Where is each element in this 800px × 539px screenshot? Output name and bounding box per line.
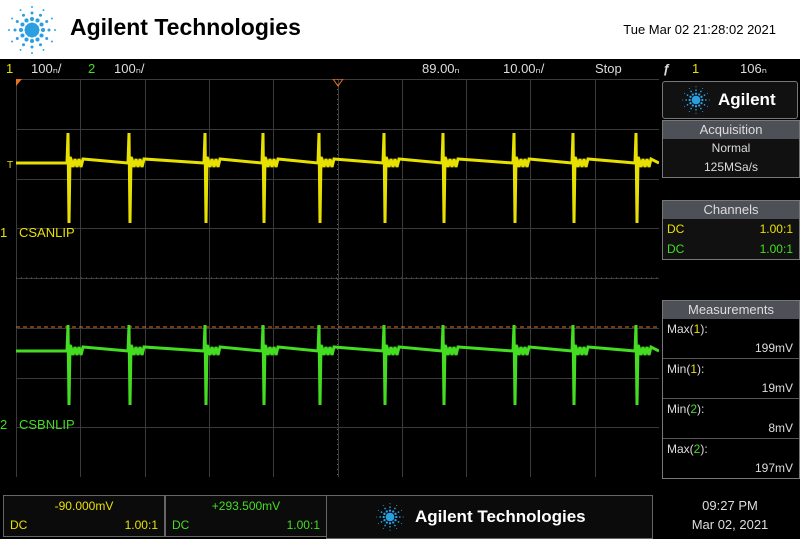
measurement-value: 8mV	[768, 421, 793, 435]
acquisition-title: Acquisition	[663, 121, 799, 139]
ch2-offset: +293.500mV	[211, 499, 281, 513]
ch2-footer-probe: 1.00:1	[286, 518, 320, 532]
channels-panel[interactable]: Channels DC 1.00:1 DC 1.00:1	[662, 200, 800, 260]
ch1-probe: 1.00:1	[759, 222, 793, 236]
ch2-footer-coupling: DC	[172, 518, 190, 532]
left-time-marker	[16, 79, 22, 86]
measurement-item[interactable]: Max(1): 199mV	[663, 319, 799, 359]
measurement-value: 197mV	[754, 461, 793, 475]
footer-brand-box: Agilent Technologies	[326, 495, 653, 539]
ch1-offset-box[interactable]: -90.000mV DC 1.00:1	[3, 495, 165, 537]
run-state[interactable]: Stop	[595, 61, 622, 76]
footer-time: 09:27 PM	[702, 498, 758, 513]
scope-graticule	[16, 79, 659, 477]
ch1-number[interactable]: 1	[6, 61, 13, 76]
measurements-panel[interactable]: Measurements Max(1): 199mV Min(1): 19mV …	[662, 300, 800, 479]
ch2-scale[interactable]: 100ₙ/	[114, 61, 144, 77]
side-panel: Agilent Acquisition Normal 125MSa/s Chan…	[659, 79, 800, 479]
agilent-spark-logo-icon	[8, 6, 56, 54]
delay-value[interactable]: 89.00ₙ	[422, 61, 460, 77]
agilent-spark-icon	[682, 86, 710, 114]
trigger-level-marker[interactable]: T	[7, 160, 13, 171]
footer-date: Mar 02, 2021	[691, 517, 769, 532]
datetime-label: Tue Mar 02 21:28:02 2021	[623, 22, 776, 37]
title-bar: Agilent Technologies Tue Mar 02 21:28:02…	[0, 0, 800, 59]
ch2-trace-label: CSBNLIP	[19, 417, 75, 432]
channel-row-1[interactable]: DC 1.00:1	[663, 219, 799, 239]
ch2-offset-box[interactable]: +293.500mV DC 1.00:1	[165, 495, 327, 537]
ch1-trace-label: CSANLIP	[19, 225, 75, 240]
measurement-item[interactable]: Max(2): 197mV	[663, 439, 799, 478]
ch2-coupling: DC	[667, 242, 685, 256]
ch2-number[interactable]: 2	[88, 61, 95, 76]
channel-row-2[interactable]: DC 1.00:1	[663, 239, 799, 259]
trigger-level[interactable]: 106ₙ	[740, 61, 767, 77]
measurement-value: 19mV	[761, 381, 793, 395]
acquisition-panel[interactable]: Acquisition Normal 125MSa/s	[662, 120, 800, 178]
side-brand-box: Agilent	[662, 81, 798, 119]
acquisition-mode: Normal	[711, 141, 751, 155]
agilent-spark-icon	[376, 503, 404, 531]
status-bar: 1 100ₙ/ 2 100ₙ/ 89.00ₙ 10.00ₙ/ Stop ƒ 1 …	[0, 59, 800, 79]
brand-title: Agilent Technologies	[70, 14, 301, 40]
ch2-probe: 1.00:1	[759, 242, 793, 256]
ch2-ground-marker[interactable]: 2	[0, 417, 7, 432]
ch1-footer-probe: 1.00:1	[124, 518, 158, 532]
footer-brand-label: Agilent Technologies	[415, 507, 586, 526]
measurements-title: Measurements	[663, 301, 799, 319]
ch1-scale[interactable]: 100ₙ/	[31, 61, 61, 77]
measurement-value: 199mV	[754, 341, 793, 355]
sample-rate: 125MSa/s	[703, 160, 759, 174]
side-brand-label: Agilent	[718, 90, 776, 109]
ch1-coupling: DC	[667, 222, 685, 236]
measurement-item[interactable]: Min(2): 8mV	[663, 399, 799, 439]
channels-title: Channels	[663, 201, 799, 219]
trigger-edge-icon: ƒ	[663, 61, 671, 76]
ch1-offset: -90.000mV	[54, 499, 114, 513]
trigger-source[interactable]: 1	[692, 61, 699, 76]
timebase-value[interactable]: 10.00ₙ/	[503, 61, 544, 77]
ch1-ground-marker[interactable]: 1	[0, 225, 7, 240]
footer-bar: -90.000mV DC 1.00:1 +293.500mV DC 1.00:1…	[0, 489, 800, 539]
ch1-footer-coupling: DC	[10, 518, 28, 532]
measurement-item[interactable]: Min(1): 19mV	[663, 359, 799, 399]
waveform-display[interactable]	[16, 79, 659, 477]
